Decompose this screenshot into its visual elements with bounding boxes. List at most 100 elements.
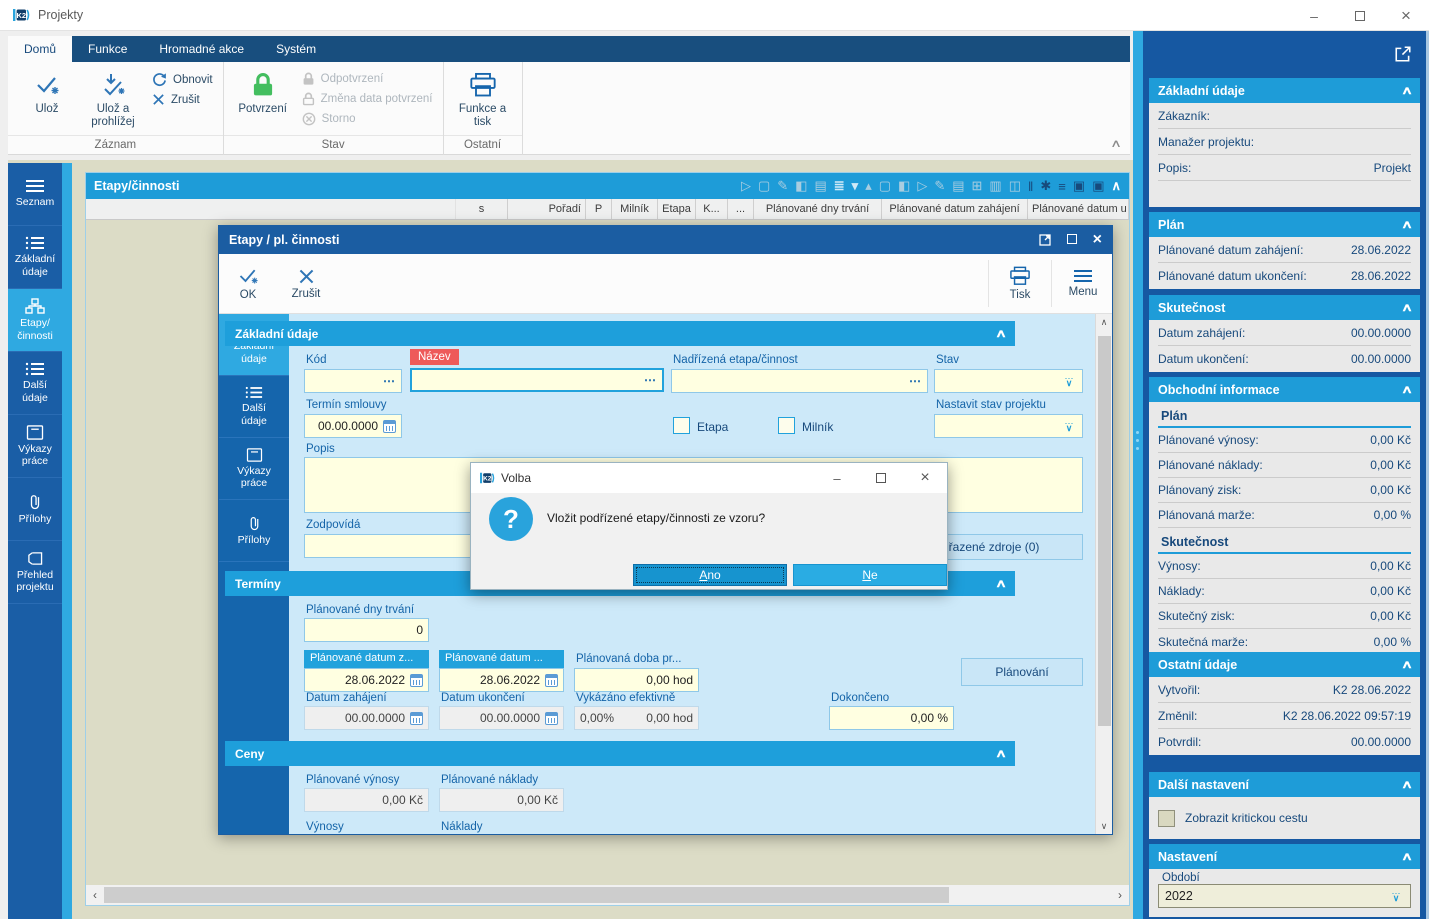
window-remove-icon[interactable]: ▣ xyxy=(1092,178,1104,194)
scrollbar-thumb[interactable] xyxy=(1098,336,1111,726)
group-icon[interactable]: ◫ xyxy=(1009,178,1021,194)
ribbon-collapse-icon[interactable]: ∧ xyxy=(1110,137,1122,150)
info-panel-header[interactable]: Základní údaje ∧ xyxy=(1149,78,1420,103)
scroll-right-icon[interactable]: › xyxy=(1111,888,1129,902)
dropdown-icon[interactable]: ⋯ ∨ xyxy=(1061,374,1077,388)
calendar-icon[interactable] xyxy=(383,419,396,433)
pdu-field[interactable]: 28.06.2022 xyxy=(439,668,564,692)
ano-button[interactable]: Ano xyxy=(633,564,787,586)
milnik-checkbox[interactable] xyxy=(778,417,795,434)
columns-icon[interactable]: ‖ xyxy=(1028,179,1033,194)
column-header[interactable]: Etapa xyxy=(658,199,696,219)
kod-field[interactable]: ⋯ xyxy=(304,369,402,393)
scroll-down-icon[interactable]: ∨ xyxy=(1096,818,1112,834)
etapa-checkbox[interactable] xyxy=(673,417,690,434)
collapse-panel-icon[interactable]: ∧ xyxy=(1401,850,1413,863)
calendar-icon[interactable] xyxy=(410,673,423,687)
ok-button[interactable]: OK xyxy=(219,254,277,313)
section-header-ceny[interactable]: Ceny ∧ xyxy=(225,741,1015,766)
sidebar-item-etapy-cinnosti[interactable]: Etapy/ činnosti xyxy=(8,289,62,352)
section-header-zakladni-udaje[interactable]: Základní údaje ∧ xyxy=(225,321,1015,346)
horizontal-scrollbar[interactable]: ‹ › xyxy=(86,885,1129,905)
dropdown-icon[interactable]: ⋯ ∨ xyxy=(1061,419,1077,433)
column-header[interactable]: K... xyxy=(696,199,728,219)
menu-button[interactable]: Menu xyxy=(1054,254,1112,313)
collapse-panel-icon[interactable]: ∧ xyxy=(1401,301,1413,314)
collapse-panel-icon[interactable]: ∧ xyxy=(1401,218,1413,231)
lookup-ellipsis-icon[interactable]: ⋯ xyxy=(644,373,657,387)
scrollbar-thumb[interactable] xyxy=(104,887,949,903)
column-header[interactable]: Plánované datum zahájení xyxy=(882,199,1028,219)
editor-vertical-scrollbar[interactable]: ∧ ∨ xyxy=(1095,314,1112,834)
storno-button[interactable]: Storno xyxy=(302,112,433,126)
run-icon[interactable]: ▷ xyxy=(917,178,927,194)
close-icon[interactable]: × xyxy=(1093,231,1102,249)
scroll-left-icon[interactable]: ‹ xyxy=(86,888,104,902)
editor-tab-dalsi-udaje[interactable]: Další údaje xyxy=(219,376,289,438)
lookup-ellipsis-icon[interactable]: ⋯ xyxy=(909,374,922,388)
change-confirm-date-button[interactable]: Změna data potvrzení xyxy=(302,92,433,106)
close-button[interactable]: × xyxy=(1383,0,1429,31)
unconfirm-button[interactable]: Odpotvrzení xyxy=(302,72,433,86)
lookup-ellipsis-icon[interactable]: ⋯ xyxy=(383,374,396,388)
splitter-handle[interactable] xyxy=(1133,31,1143,919)
delete-record-icon[interactable]: ▤ xyxy=(814,178,826,194)
info-panel-header[interactable]: Skutečnost ∧ xyxy=(1149,295,1420,320)
vykazano-field[interactable]: 0,00% 0,00 hod xyxy=(574,706,699,730)
copy-record-icon[interactable]: ◧ xyxy=(795,178,807,194)
column-header[interactable]: Pořadí xyxy=(508,199,586,219)
collapse-panel-icon[interactable]: ∧ xyxy=(1401,778,1413,791)
edit-icon[interactable]: ✎ xyxy=(934,178,945,194)
pdz-field[interactable]: 28.06.2022 xyxy=(304,668,429,692)
column-header[interactable]: ... xyxy=(728,199,754,219)
menu-bars-icon[interactable]: ≡ xyxy=(1058,179,1066,194)
functions-print-button[interactable]: Funkce a tisk xyxy=(450,66,516,129)
calendar-icon[interactable] xyxy=(545,673,558,687)
sidebar-item-zakladni-udaje[interactable]: Základní údaje xyxy=(8,226,62,289)
save-button[interactable]: Ulož xyxy=(14,66,80,116)
stav-combo[interactable]: ⋯ ∨ xyxy=(934,369,1083,393)
collapse-panel-icon[interactable]: ∧ xyxy=(1401,84,1413,97)
settings-gear-icon[interactable]: ✱ xyxy=(1040,178,1051,194)
copy-doc-icon[interactable]: ◧ xyxy=(898,178,910,194)
datum-zahajeni-field[interactable]: 00.00.0000 xyxy=(304,706,429,730)
chart-icon[interactable]: ▥ xyxy=(989,178,1001,194)
doba-field[interactable]: 0,00 hod xyxy=(574,668,699,692)
column-header[interactable]: Milník xyxy=(612,199,658,219)
ne-button[interactable]: Ne xyxy=(793,564,947,586)
new-record-icon[interactable]: ▢ xyxy=(758,178,770,194)
dropdown-arrow-icon[interactable]: ▾ xyxy=(852,178,859,194)
collapse-panel-icon[interactable]: ∧ xyxy=(1401,658,1413,671)
nazev-field[interactable]: ⋯ xyxy=(410,368,664,392)
confirm-button[interactable]: Potvrzení xyxy=(230,66,296,116)
edit-record-icon[interactable]: ✎ xyxy=(777,178,788,194)
info-panel-header[interactable]: Nastavení ∧ xyxy=(1149,844,1420,869)
scroll-up-icon[interactable]: ∧ xyxy=(1096,314,1112,330)
nastavit-stav-combo[interactable]: ⋯ ∨ xyxy=(934,414,1083,438)
maximize-button[interactable] xyxy=(859,463,903,493)
collapse-section-icon[interactable]: ∧ xyxy=(995,577,1007,590)
obdobi-combo[interactable]: 2022 ⋯ ∨ xyxy=(1158,884,1411,908)
dokonceno-field[interactable]: 0,00 % xyxy=(829,706,954,730)
planovani-button[interactable]: Plánování xyxy=(961,658,1083,686)
editor-tab-prilohy[interactable]: Přílohy xyxy=(219,500,289,562)
ribbon-tab-system[interactable]: Systém xyxy=(260,36,332,62)
minimize-button[interactable]: – xyxy=(1291,0,1337,31)
maximize-button[interactable] xyxy=(1337,0,1383,31)
info-panel-header[interactable]: Ostatní údaje ∧ xyxy=(1149,652,1420,677)
collapse-section-icon[interactable]: ∧ xyxy=(995,327,1007,340)
layers-icon[interactable]: ≣ xyxy=(834,178,845,194)
planovane-dny-field[interactable]: 0 xyxy=(304,618,429,642)
info-panel-header[interactable]: Plán ∧ xyxy=(1149,212,1420,237)
save-and-view-button[interactable]: Ulož a prohlížej xyxy=(80,66,146,129)
sidebar-item-prehled-projektu[interactable]: Přehled projektu xyxy=(8,541,62,604)
dock-icon[interactable] xyxy=(1039,234,1051,246)
planovane-vynosy-field[interactable]: 0,00 Kč xyxy=(304,788,429,812)
new-doc-icon[interactable]: ▢ xyxy=(879,178,891,194)
info-panel-header[interactable]: Obchodní informace ∧ xyxy=(1149,377,1420,402)
sidebar-item-seznam[interactable]: Seznam xyxy=(8,163,62,226)
ribbon-tab-hromadne-akce[interactable]: Hromadné akce xyxy=(143,36,260,62)
sidebar-item-dalsi-udaje[interactable]: Další údaje xyxy=(8,352,62,415)
column-header[interactable]: Plánované dny trvání xyxy=(754,199,882,219)
nadrizena-field[interactable]: ⋯ xyxy=(671,369,928,393)
